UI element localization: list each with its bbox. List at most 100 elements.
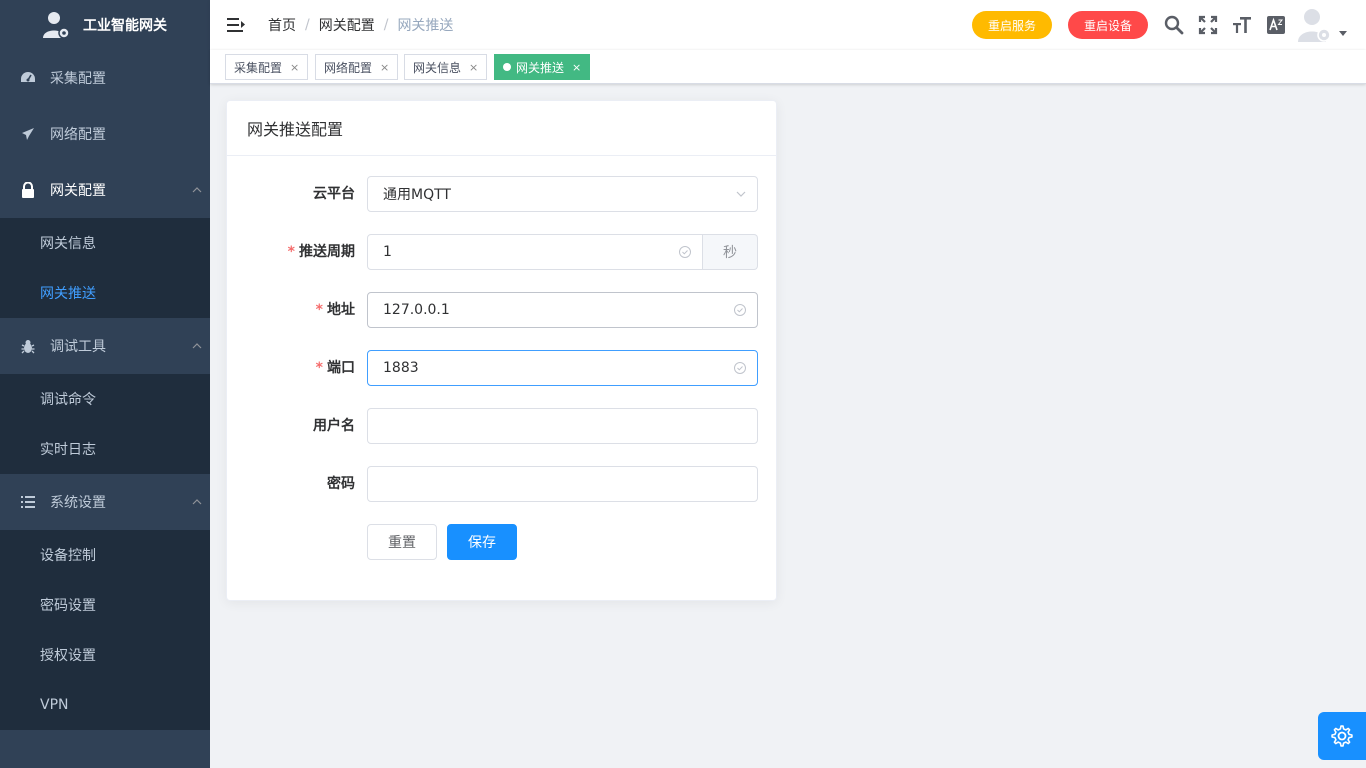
sidebar-item-password-settings[interactable]: 密码设置 <box>0 580 210 630</box>
sidebar-item-label: 网关推送 <box>40 286 96 302</box>
sidebar-item-label: 调试工具 <box>50 339 106 355</box>
tag-collect-config[interactable]: 采集配置 × <box>225 54 309 80</box>
sidebar-item-label: 采集配置 <box>50 71 106 87</box>
cloud-platform-select[interactable]: 通用MQTT <box>367 176 758 212</box>
check-circle-icon <box>734 362 746 374</box>
tag-label: 网络配置 <box>324 60 373 75</box>
tags-view: 采集配置 × 网络配置 × 网关信息 × 网关推送 × <box>210 50 1366 84</box>
sidebar-item-debug-command[interactable]: 调试命令 <box>0 374 210 424</box>
sidebar-item-vpn[interactable]: VPN <box>0 680 210 730</box>
active-dot-icon <box>503 63 511 71</box>
breadcrumb-separator: / <box>383 17 389 33</box>
port-label: * 端口 <box>315 360 355 376</box>
check-circle-icon <box>734 304 746 316</box>
port-input[interactable]: 1883 <box>367 350 758 386</box>
port-value: 1883 <box>383 360 419 376</box>
user-gear-logo-icon <box>43 12 70 39</box>
sidebar-item-device-control[interactable]: 设备控制 <box>0 530 210 580</box>
paper-plane-icon <box>20 126 36 142</box>
breadcrumb-current: 网关推送 <box>397 18 454 34</box>
tag-gateway-info[interactable]: 网关信息 × <box>404 54 488 80</box>
card-title: 网关推送配置 <box>227 101 776 156</box>
password-input[interactable] <box>367 466 758 502</box>
chevron-down-icon <box>736 191 746 197</box>
tag-close-icon[interactable]: × <box>290 61 299 74</box>
username-label: 用户名 <box>313 418 355 434</box>
sidebar-item-label: 网关配置 <box>50 183 106 199</box>
form-row-address: * 地址 127.0.0.1 <box>227 292 778 328</box>
form-row-cloud: 云平台 通用MQTT <box>227 176 778 212</box>
sidebar-item-collect-config[interactable]: 采集配置 <box>0 50 210 106</box>
dashboard-icon <box>20 70 36 86</box>
sidebar-item-debug-tools[interactable]: 调试工具 <box>0 318 210 374</box>
gear-icon <box>1331 725 1353 747</box>
restart-service-button[interactable]: 重启服务 <box>971 11 1052 39</box>
tag-close-icon[interactable]: × <box>380 61 389 74</box>
font-size-icon[interactable] <box>1230 13 1254 37</box>
tag-network-config[interactable]: 网络配置 × <box>315 54 399 80</box>
push-period-value: 1 <box>383 244 392 260</box>
sidebar-item-realtime-log[interactable]: 实时日志 <box>0 424 210 474</box>
navbar: 首页 / 网关配置 / 网关推送 重启服务 重启设备 <box>210 0 1366 50</box>
breadcrumb-gateway-config[interactable]: 网关配置 <box>319 15 375 35</box>
username-input[interactable] <box>367 408 758 444</box>
submenu-gateway-config: 网关信息 网关推送 <box>0 218 210 318</box>
sidebar-item-gateway-config[interactable]: 网关配置 <box>0 162 210 218</box>
tag-label: 网关信息 <box>413 60 462 75</box>
sidebar-item-system-settings[interactable]: 系统设置 <box>0 474 210 530</box>
avatar-icon <box>1298 9 1331 42</box>
sidebar-item-label: 网关信息 <box>40 236 96 252</box>
reset-button[interactable]: 重置 <box>367 524 437 560</box>
push-period-label: * 推送周期 <box>287 244 355 260</box>
submenu-system-settings: 设备控制 密码设置 授权设置 VPN <box>0 530 210 730</box>
gateway-push-card: 网关推送配置 云平台 通用MQTT * 推送周期 1 秒 * 地址 127.0.0.… <box>226 100 777 601</box>
sidebar: 工业智能网关 采集配置 网络配置 网关配置 网关信息 网关推送 调试工具 调试命… <box>0 0 210 768</box>
sidebar-item-license-settings[interactable]: 授权设置 <box>0 630 210 680</box>
translate-icon[interactable] <box>1264 13 1288 37</box>
required-mark: * <box>315 302 323 318</box>
chevron-up-icon <box>192 187 202 193</box>
submenu-debug-tools: 调试命令 实时日志 <box>0 374 210 474</box>
form-row-period: * 推送周期 1 秒 <box>227 234 778 270</box>
chevron-up-icon <box>192 499 202 505</box>
sidebar-item-label: VPN <box>40 697 69 713</box>
user-avatar-dropdown[interactable] <box>1298 7 1348 43</box>
breadcrumb: 首页 / 网关配置 / 网关推送 <box>268 15 453 35</box>
form-row-username: 用户名 <box>227 408 778 444</box>
bug-icon <box>20 338 36 354</box>
sidebar-item-gateway-info[interactable]: 网关信息 <box>0 218 210 268</box>
sidebar-item-label: 系统设置 <box>50 495 106 511</box>
sidebar-item-network-config[interactable]: 网络配置 <box>0 106 210 162</box>
breadcrumb-home[interactable]: 首页 <box>268 15 296 35</box>
sidebar-item-label: 调试命令 <box>40 392 96 408</box>
cloud-platform-value: 通用MQTT <box>383 187 451 203</box>
lock-icon <box>20 182 36 198</box>
push-period-unit: 秒 <box>703 234 758 270</box>
save-button[interactable]: 保存 <box>447 524 517 560</box>
caret-down-icon <box>1339 31 1347 36</box>
fullscreen-icon[interactable] <box>1196 13 1220 37</box>
breadcrumb-separator: / <box>305 17 310 33</box>
address-input[interactable]: 127.0.0.1 <box>367 292 758 328</box>
search-icon[interactable] <box>1162 13 1186 37</box>
tag-close-icon[interactable]: × <box>469 61 478 74</box>
required-mark: * <box>287 244 295 260</box>
sidebar-item-gateway-push[interactable]: 网关推送 <box>0 268 210 318</box>
app-title: 工业智能网关 <box>83 18 167 34</box>
check-circle-icon <box>679 246 691 258</box>
chevron-up-icon <box>192 343 202 349</box>
sidebar-item-label: 授权设置 <box>40 648 96 664</box>
sidebar-item-label: 实时日志 <box>40 442 96 458</box>
restart-device-button[interactable]: 重启设备 <box>1067 11 1148 39</box>
tag-label: 采集配置 <box>234 60 283 75</box>
tag-gateway-push[interactable]: 网关推送 × <box>494 54 591 80</box>
hamburger-menu-icon[interactable] <box>226 15 246 35</box>
form-row-actions: 重置 保存 <box>227 524 778 560</box>
sidebar-item-label: 网络配置 <box>50 127 106 143</box>
address-label: * 地址 <box>315 302 355 318</box>
sidebar-logo[interactable]: 工业智能网关 <box>0 0 210 50</box>
tag-close-icon[interactable]: × <box>572 61 581 74</box>
push-period-input[interactable]: 1 <box>367 234 703 270</box>
settings-button[interactable] <box>1318 712 1366 760</box>
list-icon <box>20 494 36 510</box>
